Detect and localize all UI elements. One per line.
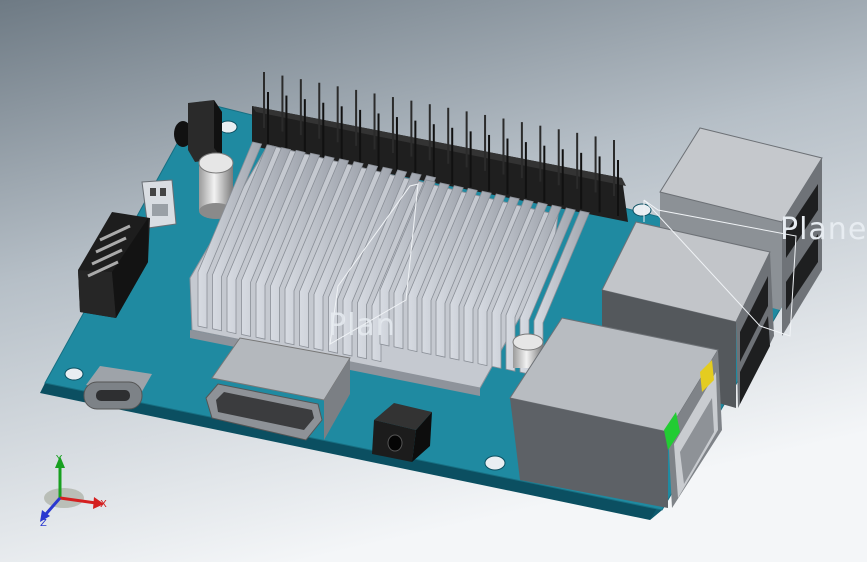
x-axis-label: X	[100, 499, 107, 510]
mounting-hole	[64, 367, 84, 381]
cad-viewport[interactable]: Y X Z Plane Plan	[0, 0, 867, 562]
mounting-hole	[484, 455, 506, 471]
y-axis-label: Y	[55, 454, 63, 465]
mounting-hole	[632, 203, 652, 217]
z-axis-label: Z	[40, 518, 47, 529]
model-canvas[interactable]: Y X Z	[0, 0, 867, 562]
